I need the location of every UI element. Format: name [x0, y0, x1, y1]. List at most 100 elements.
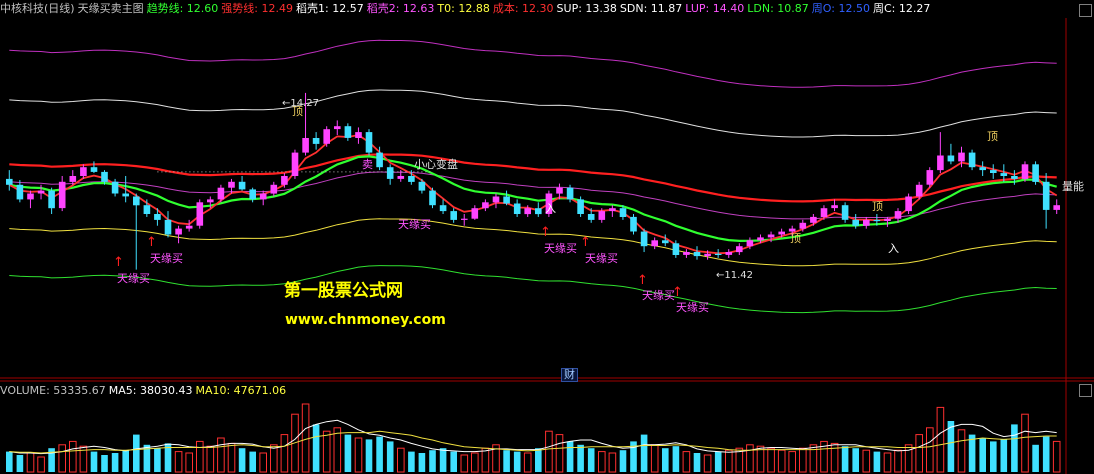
candle-body: [535, 208, 542, 215]
volume-bar: [249, 451, 256, 472]
candle-body: [1042, 181, 1050, 210]
volume-bar: [386, 441, 394, 472]
volume-bar: [270, 444, 278, 473]
band-ldn-line: [9, 265, 1057, 314]
volume-bar: [1011, 424, 1018, 472]
volume-bar: [418, 453, 426, 472]
candle-body: [143, 205, 151, 214]
header-item-1: 天缘买卖主图: [77, 2, 144, 15]
candle-body: [270, 184, 278, 194]
candle-body: [1053, 205, 1060, 210]
candle-body: [598, 211, 606, 220]
volume-bar: [185, 452, 193, 473]
candle-body: [587, 214, 595, 220]
volume-bar: [206, 445, 215, 473]
volume-bar: [535, 448, 542, 472]
candle-body: [80, 167, 87, 176]
top-signal-4: 顶: [987, 130, 998, 143]
close-volume-panel-box[interactable]: [1079, 384, 1092, 397]
volume-bar: [481, 447, 490, 473]
candle-body: [693, 252, 701, 257]
sell-signal: 卖: [362, 158, 373, 171]
candle-body: [704, 253, 711, 257]
candle-body: [461, 218, 468, 220]
candle-body: [164, 219, 172, 235]
candle-body: [6, 178, 13, 185]
candle-body: [863, 219, 870, 226]
candle-body: [968, 152, 976, 168]
volume-bar: [841, 446, 849, 472]
volume-bar: [154, 448, 161, 472]
candle-body: [111, 181, 119, 194]
volume-bar: [523, 452, 532, 473]
candle-body: [831, 205, 838, 209]
buy-signal-3: 天缘买: [398, 218, 431, 231]
candle-body: [884, 218, 891, 221]
volume-bar: [894, 449, 902, 473]
buy-arrow-2: ↑: [146, 235, 157, 250]
candle-body: [344, 126, 352, 138]
candle-body: [990, 170, 997, 173]
candle-body: [418, 181, 426, 191]
candle-body: [302, 138, 309, 153]
candle-body: [323, 129, 330, 144]
buy-arrow-7: ↑: [672, 285, 683, 300]
candle-body: [503, 196, 510, 204]
candle-body: [524, 208, 531, 215]
header-item-4: 稻壳1: 12.57: [296, 2, 364, 15]
candle-body: [894, 211, 902, 219]
header-item-2: 趋势线: 12.60: [146, 2, 219, 15]
volume-bar: [566, 441, 574, 472]
candle-body: [1032, 164, 1039, 182]
volume-bar: [122, 450, 129, 472]
chart-stage: 中核科技(日线) 天缘买卖主图 趋势线: 12.60 强势线: 12.49 稻壳1: 1…: [0, 0, 1094, 474]
candle-body: [1021, 164, 1029, 179]
top-signal-3: 顶: [872, 200, 883, 213]
volume-bar: [69, 440, 77, 473]
volume-bar: [545, 430, 553, 473]
volume-bar: [873, 451, 881, 472]
volume-bar: [513, 451, 521, 472]
candle-body: [725, 252, 733, 255]
watermark-title: 第一股票公式网: [284, 281, 403, 301]
candle-body: [175, 228, 182, 235]
volume-indicator-header: VOLUME: 53335.67 MA5: 38030.43 MA10: 47671…: [0, 382, 289, 400]
candle-body: [630, 216, 637, 232]
candle-body: [979, 167, 986, 171]
header-item-13: 周C: 12.27: [872, 2, 931, 15]
volume-bar: [1021, 413, 1029, 473]
candle-body: [450, 211, 457, 220]
volume-header-item-0: VOLUME: 53335.67: [0, 384, 106, 397]
candle-body: [947, 155, 955, 162]
volume-bar: [408, 451, 415, 472]
volume-bar: [672, 446, 680, 472]
buy-signal-5: 天缘买: [585, 252, 618, 265]
volume-bar: [322, 430, 331, 473]
finance-tag[interactable]: 财: [561, 368, 578, 382]
band-lup-line: [9, 39, 1057, 88]
main-indicator-header: 中核科技(日线) 天缘买卖主图 趋势线: 12.60 强势线: 12.49 稻壳1: 1…: [0, 0, 1094, 18]
candle-body: [926, 170, 934, 185]
candle-body: [767, 234, 775, 238]
volume-bar: [333, 427, 342, 473]
volume-bar: [1032, 444, 1039, 472]
candle-body: [810, 216, 817, 223]
buy-signal-1: 天缘买: [117, 272, 150, 285]
volume-bar: [90, 451, 98, 472]
header-item-11: LDN: 10.87: [747, 2, 809, 15]
close-panel-box[interactable]: [1079, 4, 1092, 17]
volume-bar: [608, 452, 617, 473]
volume-bar: [555, 434, 564, 473]
candle-body: [915, 184, 923, 197]
volume-bar: [376, 436, 383, 472]
candle-body: [429, 190, 436, 206]
volume-bar: [471, 452, 479, 473]
volume-bar: [788, 451, 797, 473]
candle-body: [334, 126, 341, 130]
volume-bar: [1042, 436, 1050, 472]
volume-bar: [662, 448, 669, 472]
volume-bar: [6, 451, 13, 472]
candle-body: [207, 199, 214, 203]
candle-body: [1011, 176, 1018, 179]
volume-bar: [16, 455, 24, 472]
